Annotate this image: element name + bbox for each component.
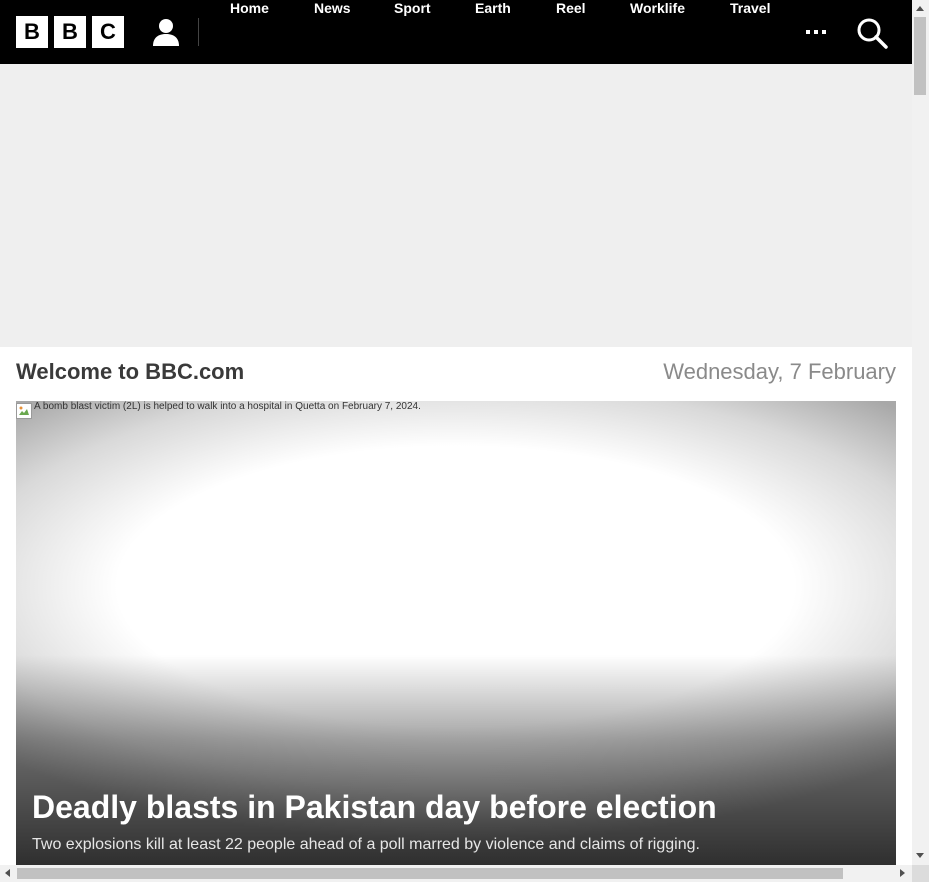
logo-letter-c: C — [92, 16, 124, 48]
scrollbar-corner — [912, 865, 929, 882]
vertical-scroll-thumb[interactable] — [914, 17, 926, 95]
site-header: B B C Home News Sport Earth Reel Worklif… — [0, 0, 912, 64]
broken-image-icon — [16, 403, 32, 419]
more-dots-icon — [806, 30, 826, 34]
scroll-down-arrow-icon[interactable] — [916, 853, 924, 858]
scroll-left-arrow-icon[interactable] — [5, 869, 10, 877]
search-icon — [857, 18, 888, 49]
account-button[interactable] — [150, 16, 182, 48]
scroll-up-arrow-icon[interactable] — [916, 6, 924, 11]
nav-earth[interactable]: Earth — [475, 0, 511, 64]
more-menu-button[interactable] — [800, 20, 832, 44]
nav-travel[interactable]: Travel — [730, 0, 770, 64]
nav-news[interactable]: News — [314, 0, 351, 64]
hero-summary: Two explosions kill at least 22 people a… — [32, 836, 700, 853]
current-date: Wednesday, 7 February — [663, 359, 896, 384]
logo-letter-b2: B — [54, 16, 86, 48]
ad-placeholder — [0, 64, 912, 347]
vertical-scrollbar[interactable] — [912, 0, 929, 865]
scroll-right-arrow-icon[interactable] — [900, 869, 905, 877]
nav-worklife[interactable]: Worklife — [630, 0, 685, 64]
header-divider — [198, 18, 199, 46]
bbc-logo[interactable]: B B C — [16, 16, 124, 48]
hero-gradient-overlay — [16, 655, 896, 865]
user-icon — [153, 19, 179, 46]
nav-home[interactable]: Home — [230, 0, 269, 64]
hero-image-alt-text: A bomb blast victim (2L) is helped to wa… — [34, 401, 421, 412]
search-button[interactable] — [855, 16, 889, 50]
nav-sport[interactable]: Sport — [394, 0, 431, 64]
welcome-heading: Welcome to BBC.com — [16, 359, 245, 384]
hero-headline[interactable]: Deadly blasts in Pakistan day before ele… — [32, 789, 717, 826]
logo-letter-b1: B — [16, 16, 48, 48]
horizontal-scrollbar[interactable] — [0, 865, 912, 882]
nav-reel[interactable]: Reel — [556, 0, 586, 64]
hero-story-card[interactable]: A bomb blast victim (2L) is helped to wa… — [16, 401, 896, 865]
browser-viewport: B B C Home News Sport Earth Reel Worklif… — [0, 0, 912, 865]
horizontal-scroll-thumb[interactable] — [17, 868, 843, 879]
